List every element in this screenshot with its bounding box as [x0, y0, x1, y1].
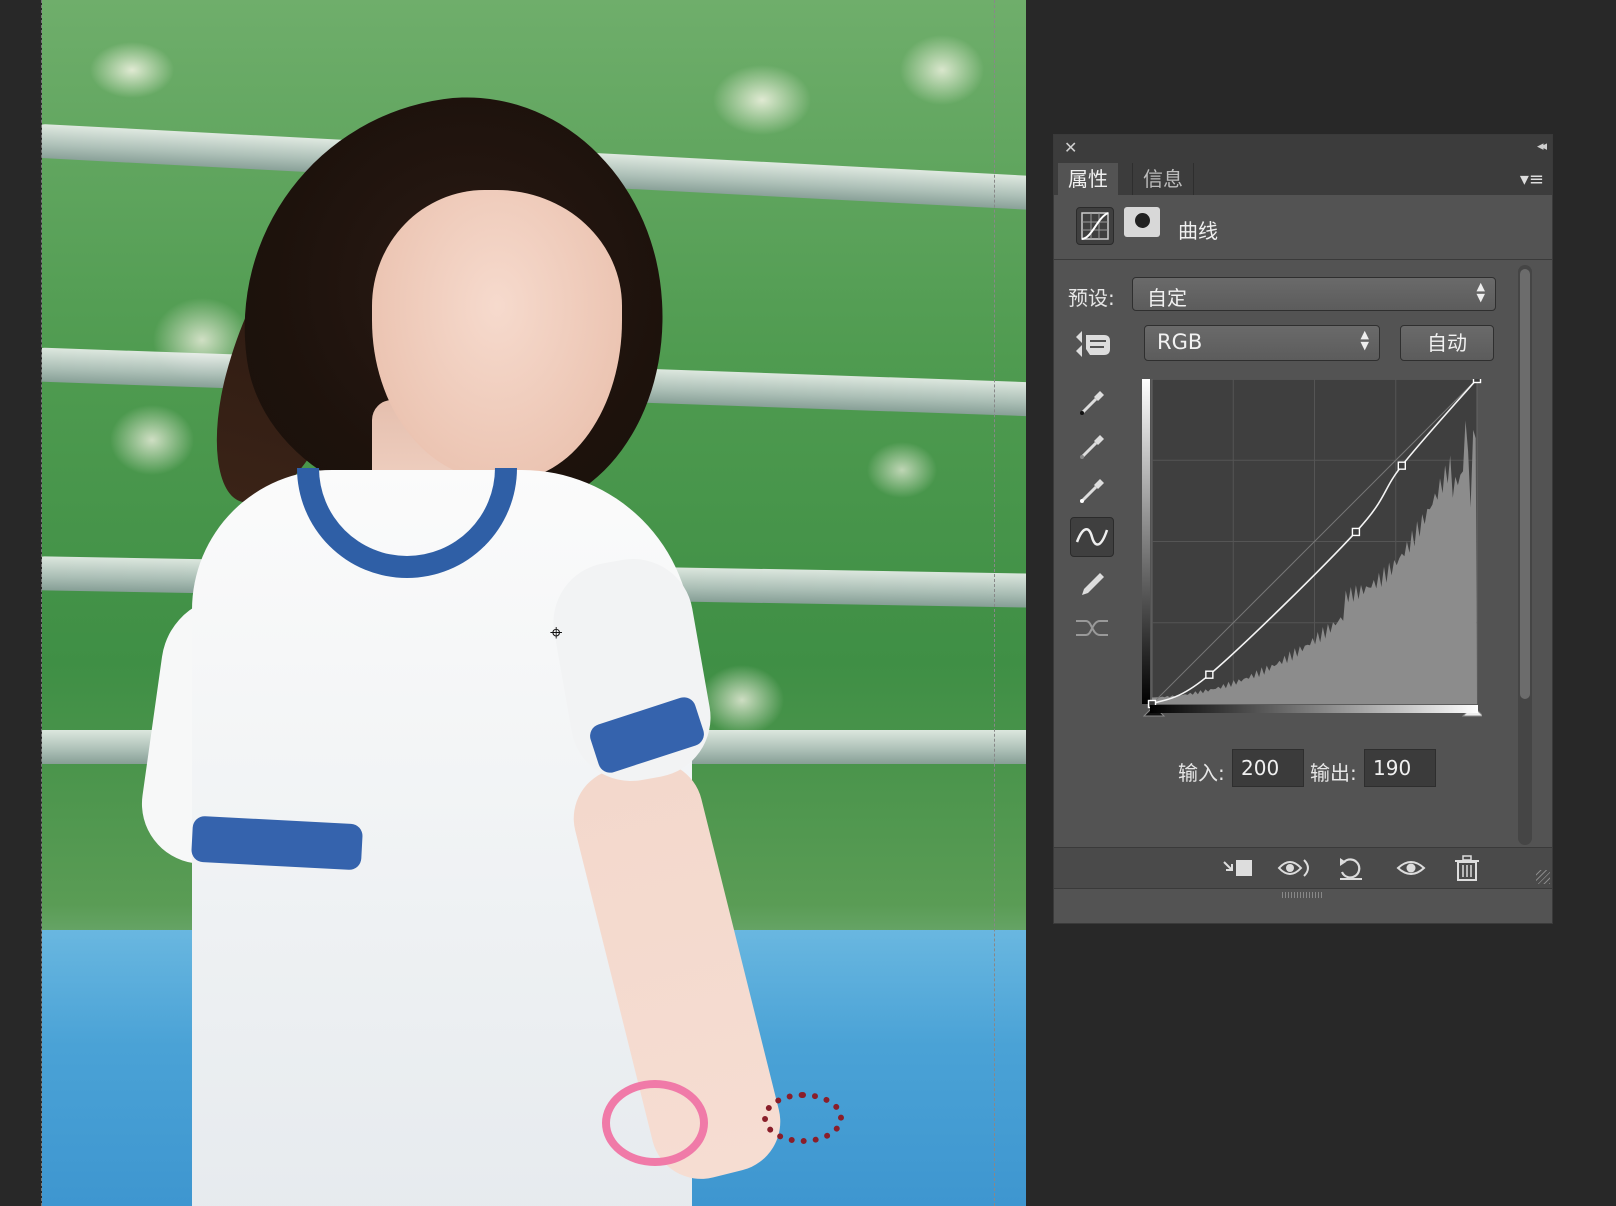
tab-properties[interactable]: 属性 [1058, 163, 1118, 195]
curve-point[interactable] [1351, 527, 1361, 537]
photo-bracelet [602, 1080, 708, 1166]
close-icon[interactable]: ✕ [1064, 138, 1077, 157]
black-point-eyedropper-icon[interactable] [1070, 381, 1114, 421]
preset-label: 预设: [1068, 286, 1115, 310]
output-gradient-bar [1142, 379, 1150, 704]
collapse-panel-icon[interactable]: ◂◂ [1537, 139, 1547, 154]
canvas-border [41, 0, 43, 1206]
reset-icon[interactable] [1334, 854, 1368, 882]
channel-dropdown[interactable]: RGB ▲ ▼ [1144, 325, 1380, 361]
curves-adjustment-icon[interactable] [1076, 207, 1114, 245]
dropdown-arrows-icon: ▲ ▼ [1476, 280, 1485, 304]
view-previous-state-icon[interactable] [1276, 854, 1310, 882]
scroll-thumb[interactable] [1520, 269, 1530, 699]
visibility-eye-icon[interactable] [1394, 854, 1428, 882]
input-label: 输入: [1178, 761, 1225, 785]
curve-point[interactable] [1397, 461, 1407, 470]
white-point-eyedropper-icon[interactable] [1070, 469, 1114, 509]
curve-point[interactable] [1472, 379, 1482, 384]
canvas-border [994, 0, 996, 1206]
photo-bracelet [762, 1092, 844, 1144]
preset-value: 自定 [1147, 286, 1187, 310]
properties-panel: ✕ ◂◂ 属性 信息 ▾≡ 曲线 预设: 自定 ▲ ▼ RGB ▲ ▼ 自动 输… [1053, 134, 1553, 924]
gray-point-eyedropper-icon[interactable] [1070, 425, 1114, 465]
adjustment-title: 曲线 [1178, 219, 1218, 243]
output-value-field[interactable]: 190 [1364, 749, 1436, 787]
clip-to-layer-icon[interactable] [1220, 854, 1254, 882]
tab-info[interactable]: 信息 [1132, 163, 1194, 195]
auto-button[interactable]: 自动 [1400, 325, 1494, 361]
layer-mask-icon[interactable] [1124, 207, 1160, 237]
dropdown-arrows-icon: ▲ ▼ [1360, 328, 1369, 352]
crosshair-cursor-icon: ⌖ [550, 621, 563, 646]
photo-cuff [190, 815, 364, 871]
panel-drag-grip[interactable] [1282, 892, 1322, 898]
curve-point[interactable] [1205, 670, 1214, 679]
curves-graph[interactable] [1142, 379, 1482, 719]
document-canvas[interactable]: ⌖ [42, 0, 1026, 1206]
resize-grip-icon[interactable] [1536, 870, 1550, 884]
pencil-draw-icon[interactable] [1070, 563, 1114, 603]
target-adjustment-icon[interactable] [1072, 325, 1114, 363]
channel-value: RGB [1157, 330, 1203, 354]
panel-scrollbar[interactable] [1518, 265, 1532, 845]
output-label: 输出: [1310, 761, 1357, 785]
input-gradient-bar [1150, 705, 1478, 713]
panel-tab-strip: 属性 信息 ▾≡ [1054, 163, 1552, 195]
panel-titlebar[interactable]: ✕ ◂◂ [1054, 135, 1552, 163]
adjustment-header: 曲线 [1054, 195, 1552, 260]
input-value-field[interactable]: 200 [1232, 749, 1304, 787]
panel-footer [1054, 847, 1552, 889]
curve-point-icon[interactable] [1070, 517, 1114, 557]
panel-menu-icon[interactable]: ▾≡ [1520, 169, 1544, 190]
smooth-curve-icon [1070, 607, 1114, 647]
trash-icon[interactable] [1450, 854, 1484, 882]
preset-dropdown[interactable]: 自定 ▲ ▼ [1132, 277, 1496, 311]
